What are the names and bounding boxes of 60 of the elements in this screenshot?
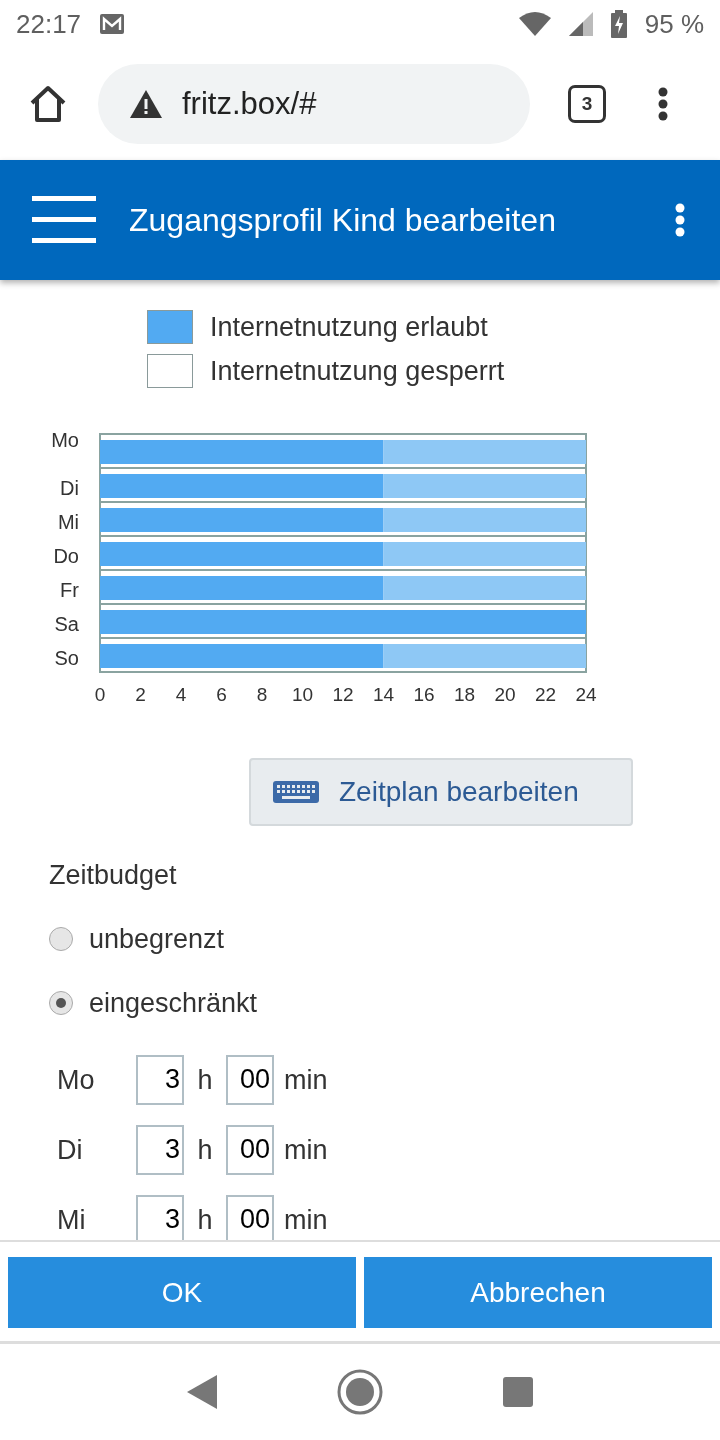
day-label: Mo — [51, 429, 79, 451]
wifi-icon — [518, 12, 551, 36]
axis-tick-label: 16 — [413, 684, 435, 705]
day-label: Do — [53, 545, 79, 567]
radio-label: eingeschränkt — [89, 987, 258, 1019]
day-label: Sa — [54, 613, 79, 635]
address-bar[interactable]: fritz.box/# — [98, 64, 530, 144]
unit-label: h — [196, 1204, 214, 1236]
axis-tick-label: 2 — [135, 684, 146, 705]
dialog-button[interactable]: Abbrechen — [364, 1257, 712, 1328]
hours-field[interactable]: 3 — [136, 1125, 184, 1175]
axis-tick-label: 14 — [372, 684, 395, 705]
mail-icon — [99, 13, 126, 35]
axis-tick-label: 20 — [494, 684, 516, 705]
day-label: Mi — [57, 1204, 87, 1236]
menu-icon[interactable] — [32, 196, 96, 244]
day-label: Mo — [57, 1064, 96, 1096]
clock: 22:17 — [16, 8, 82, 40]
dialog-button[interactable]: OK — [8, 1257, 356, 1328]
axis-tick-label: 8 — [256, 684, 268, 705]
page-title: Zugangsprofil Kind bearbeiten — [129, 201, 557, 239]
battery-icon — [610, 10, 627, 38]
day-label: Di — [60, 477, 79, 499]
minutes-field[interactable]: 00 — [226, 1055, 274, 1105]
day-label: So — [54, 647, 79, 669]
unit-label: h — [196, 1064, 214, 1096]
legend-label: Internetnutzung gesperrt — [210, 355, 505, 387]
axis-tick-label: 12 — [332, 684, 354, 705]
hours-field[interactable]: 3 — [136, 1055, 184, 1105]
radio-button[interactable] — [49, 927, 73, 951]
axis-tick-label: 6 — [216, 684, 227, 705]
unit-label: h — [196, 1134, 214, 1166]
warning-icon — [130, 90, 162, 118]
url-text: fritz.box/# — [182, 86, 317, 122]
keyboard-icon — [273, 781, 319, 803]
axis-tick-label: 24 — [575, 684, 597, 705]
unit-label: min — [284, 1134, 328, 1166]
axis-tick-label: 4 — [175, 684, 187, 705]
radio-label: unbegrenzt — [89, 923, 225, 955]
unit-label: min — [284, 1064, 328, 1096]
more-icon[interactable] — [658, 87, 668, 121]
day-label: Mi — [57, 511, 79, 533]
more-icon[interactable] — [675, 203, 685, 237]
radio-button[interactable] — [49, 991, 73, 1015]
edit-schedule-button[interactable]: Zeitplan bearbeiten — [249, 758, 633, 826]
tab-count-button[interactable]: 3 — [568, 85, 606, 123]
signal-icon — [568, 12, 593, 36]
axis-tick-label: 22 — [534, 684, 557, 705]
unit-label: min — [284, 1204, 328, 1236]
home-icon[interactable] — [28, 85, 68, 123]
axis-tick-label: 10 — [291, 684, 314, 705]
day-label: Di — [57, 1134, 84, 1166]
back-icon[interactable] — [187, 1375, 217, 1409]
minutes-field[interactable]: 00 — [226, 1125, 274, 1175]
legend-label: Internetnutzung erlaubt — [210, 311, 488, 343]
axis-tick-label: 18 — [453, 684, 476, 705]
section-title: Zeitbudget — [49, 860, 178, 891]
day-label: Fr — [60, 579, 79, 601]
battery-level: 95 % — [644, 8, 704, 40]
axis-tick-label: 0 — [94, 684, 106, 705]
